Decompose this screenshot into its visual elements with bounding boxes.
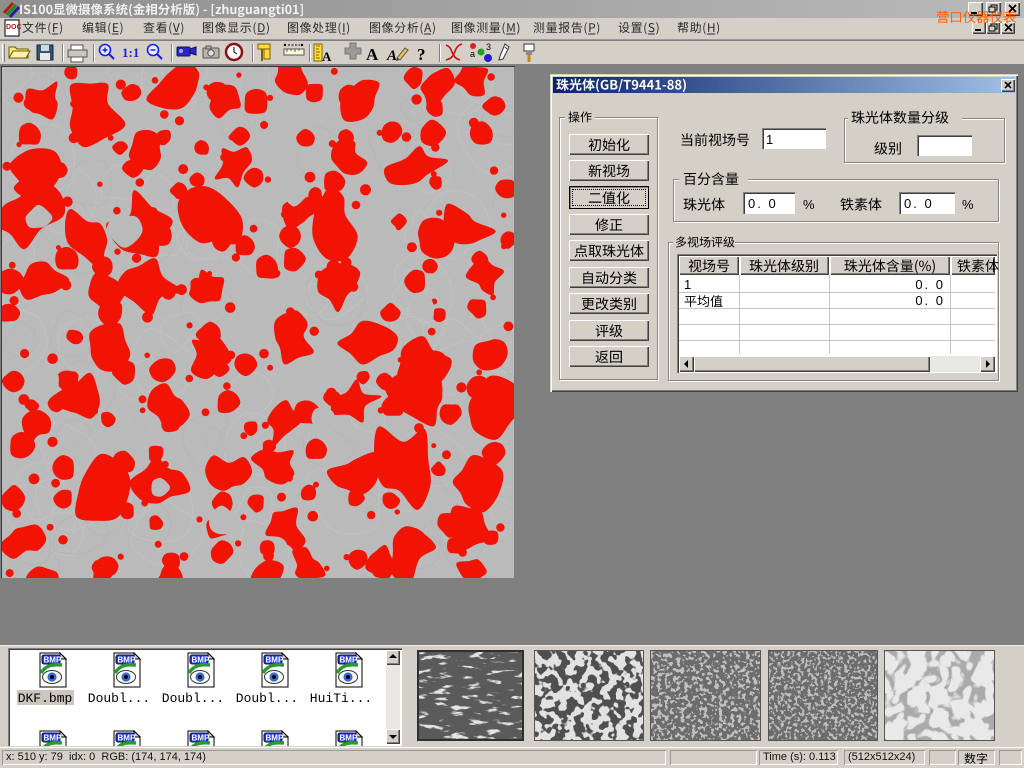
svg-text:1:1: 1:1 [122,45,139,60]
svg-text:3: 3 [486,42,491,52]
svg-text:?: ? [417,45,426,64]
svg-text:DOC: DOC [6,24,22,31]
svg-text:A: A [366,45,379,64]
svg-text:A: A [322,49,332,64]
svg-text:A: A [386,48,397,64]
svg-text:a: a [470,49,475,59]
